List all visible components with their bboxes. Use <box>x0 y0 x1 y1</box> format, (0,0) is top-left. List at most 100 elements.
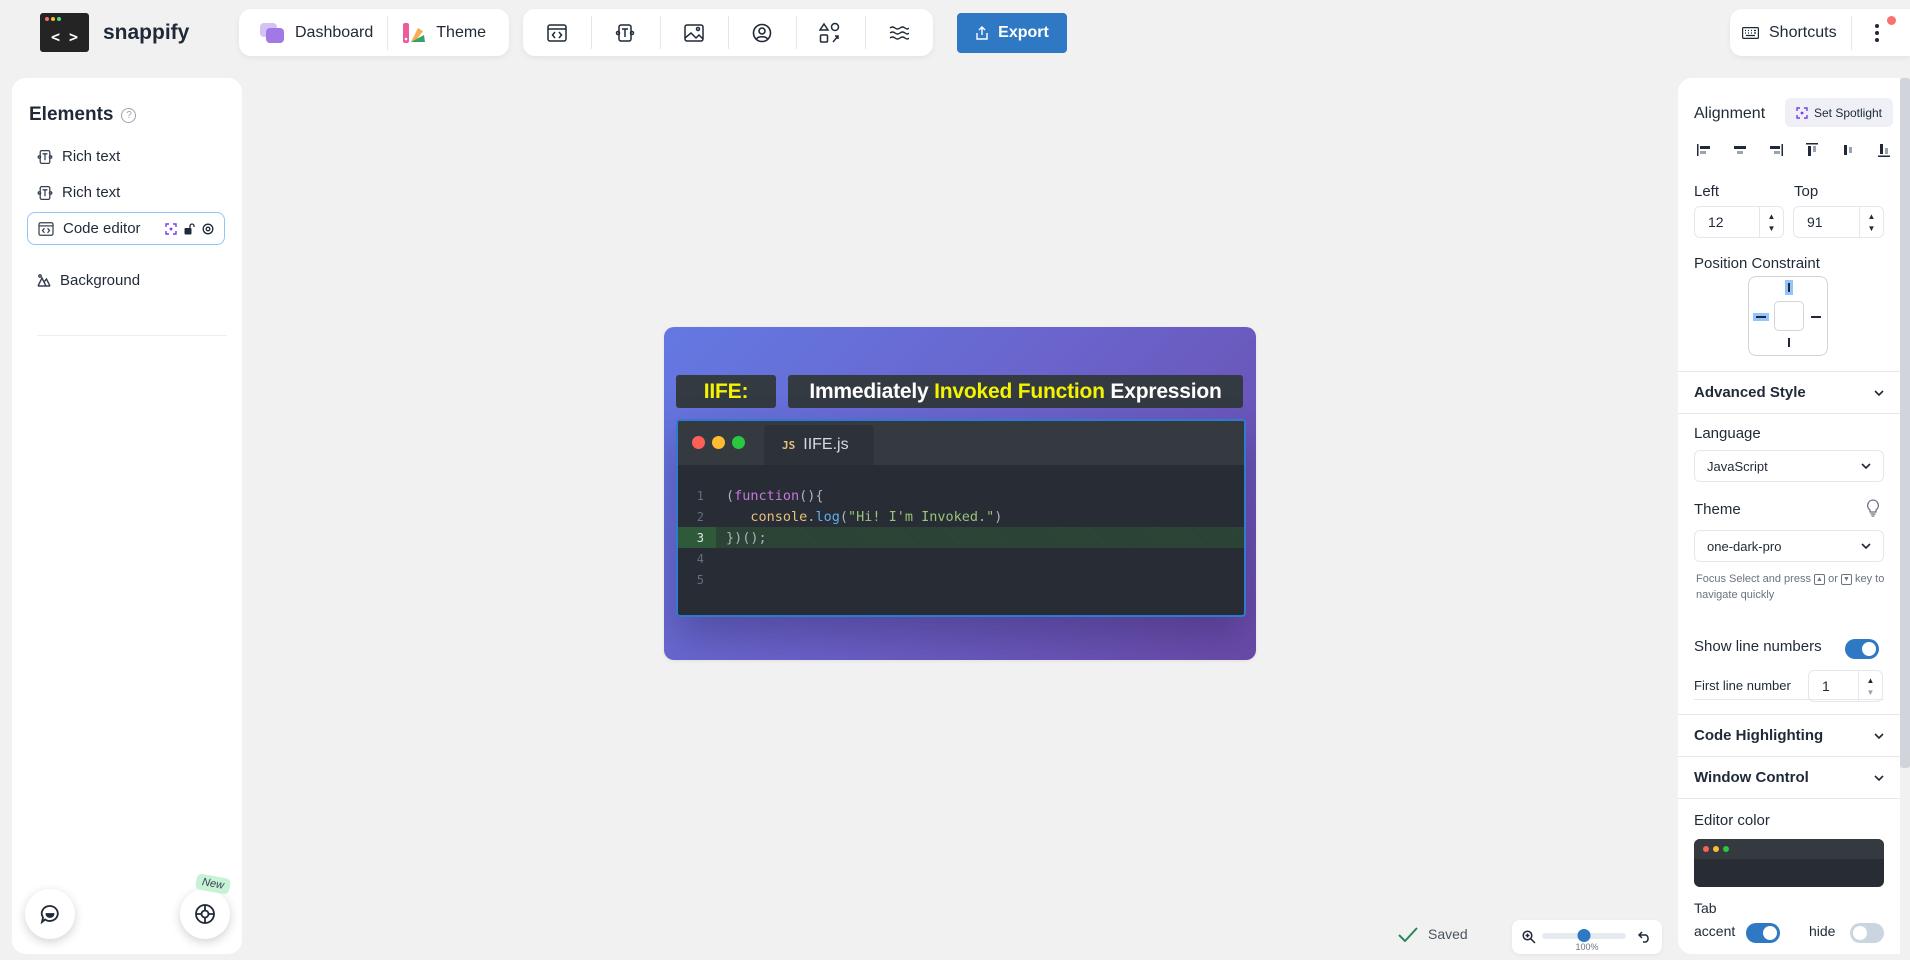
rich-text-tool[interactable] <box>591 9 659 56</box>
increment-icon[interactable]: ▲ <box>1768 212 1776 221</box>
code-highlighting-section[interactable]: Code Highlighting <box>1678 714 1900 756</box>
eye-icon[interactable] <box>202 223 214 235</box>
code-line[interactable]: 1 (function(){ <box>678 485 1244 506</box>
advanced-style-label: Advanced Style <box>1694 384 1806 401</box>
export-button[interactable]: Export <box>957 13 1067 53</box>
left-stepper[interactable]: ▲ ▼ <box>1759 207 1783 237</box>
unlock-icon[interactable] <box>184 222 195 235</box>
tab-hide-toggle[interactable] <box>1850 923 1884 943</box>
tab-label: Tab <box>1694 900 1717 916</box>
image-tool[interactable] <box>659 9 728 56</box>
design-canvas[interactable]: IIFE: Immediately Invoked Function Expre… <box>664 327 1256 660</box>
code-highlighting-label: Code Highlighting <box>1694 727 1824 744</box>
export-label: Export <box>998 24 1049 41</box>
align-left-button[interactable] <box>1694 140 1714 160</box>
code-editor-window[interactable]: JS IIFE.js 1 (function(){2 console.log("H… <box>676 419 1246 617</box>
theme-value: one-dark-pro <box>1707 538 1782 554</box>
constraint-top[interactable] <box>1788 283 1790 292</box>
element-item-code-editor[interactable]: Code editor <box>27 212 225 245</box>
left-input[interactable]: 12 ▲ ▼ <box>1694 206 1784 238</box>
constraint-right[interactable] <box>1811 316 1821 318</box>
hide-label: hide <box>1809 923 1836 939</box>
lightbulb-icon[interactable] <box>1866 499 1880 517</box>
shapes-tool[interactable] <box>796 9 864 56</box>
align-top-button[interactable] <box>1802 140 1822 160</box>
code-line[interactable]: 5 <box>678 569 1244 590</box>
first-line-input[interactable]: 1 ▲ ▼ <box>1808 670 1883 702</box>
element-item-background[interactable]: Background <box>27 264 225 297</box>
properties-scrollbar[interactable] <box>1900 78 1910 768</box>
constraint-left[interactable] <box>1756 316 1766 318</box>
chevron-down-icon <box>1874 732 1884 739</box>
dashboard-button[interactable]: Dashboard <box>245 9 387 56</box>
line-number: 1 <box>696 488 704 503</box>
code-token: console <box>750 508 808 525</box>
window-controls <box>692 436 745 449</box>
editor-color-swatch[interactable] <box>1694 839 1884 887</box>
first-line-value: 1 <box>1822 678 1830 694</box>
position-constraint-label: Position Constraint <box>1694 255 1820 272</box>
top-right-controls: Shortcuts <box>1730 9 1910 56</box>
theme-label: Theme <box>1694 501 1741 518</box>
dashboard-icon <box>260 22 284 43</box>
more-menu-button[interactable] <box>1852 9 1902 56</box>
title-part-3: Expression <box>1104 379 1222 403</box>
reset-zoom-icon[interactable] <box>1638 931 1651 943</box>
code-area[interactable]: 1 (function(){2 console.log("Hi! I'm Invo… <box>678 485 1244 590</box>
editor-tab[interactable]: JS IIFE.js <box>764 425 874 465</box>
element-label: Code editor <box>63 220 141 237</box>
chat-button[interactable] <box>25 889 75 939</box>
set-spotlight-button[interactable]: Set Spotlight <box>1785 98 1893 127</box>
help-center-button[interactable] <box>180 889 230 939</box>
decrement-icon[interactable]: ▼ <box>1867 688 1875 697</box>
hint-or: or <box>1825 573 1841 585</box>
constraint-bottom[interactable] <box>1788 338 1790 347</box>
help-icon[interactable]: ? <box>121 107 137 123</box>
code-line[interactable]: 2 console.log("Hi! I'm Invoked.") <box>678 506 1244 527</box>
top-stepper[interactable]: ▲ ▼ <box>1859 207 1883 237</box>
align-bottom-button[interactable] <box>1874 140 1894 160</box>
window-control-section[interactable]: Window Control <box>1678 756 1900 798</box>
zoom-slider[interactable] <box>1542 929 1626 942</box>
elements-title: Elements ? <box>29 104 137 126</box>
advanced-style-section[interactable]: Advanced Style <box>1678 371 1900 413</box>
decrement-icon[interactable]: ▼ <box>1768 224 1776 233</box>
title-chip-iife[interactable]: IIFE: <box>676 375 776 408</box>
theme-select[interactable]: one-dark-pro <box>1694 530 1884 562</box>
increment-icon[interactable]: ▲ <box>1868 212 1876 221</box>
element-label: Rich text <box>62 148 121 165</box>
align-middle-button[interactable] <box>1838 140 1858 160</box>
code-line[interactable]: 4 <box>678 548 1244 569</box>
tab-filename: IIFE.js <box>803 436 849 453</box>
show-line-numbers-toggle[interactable] <box>1845 639 1879 659</box>
code-line[interactable]: 3})(); <box>678 527 1244 548</box>
top-input[interactable]: 91 ▲ ▼ <box>1793 206 1884 238</box>
chevron-down-icon <box>1874 774 1884 781</box>
background-tool[interactable] <box>864 9 933 56</box>
app-logo[interactable]: < > snappify <box>40 13 189 52</box>
decrement-icon[interactable]: ▼ <box>1868 224 1876 233</box>
align-top-icon <box>1806 143 1818 156</box>
element-label: Rich text <box>62 184 121 201</box>
avatar-tool[interactable] <box>727 9 796 56</box>
align-center-vertical-icon <box>1844 145 1852 155</box>
elements-divider <box>37 335 227 336</box>
element-item-rich-text-1[interactable]: Rich text <box>27 140 225 173</box>
language-select[interactable]: JavaScript <box>1694 450 1884 482</box>
element-item-rich-text-2[interactable]: Rich text <box>27 176 225 209</box>
first-line-stepper[interactable]: ▲ ▼ <box>1858 671 1882 701</box>
increment-icon[interactable]: ▲ <box>1867 676 1875 685</box>
tab-accent-toggle[interactable] <box>1746 923 1780 943</box>
align-right-button[interactable] <box>1766 140 1786 160</box>
chevron-down-icon <box>1874 389 1884 396</box>
shortcuts-button[interactable]: Shortcuts <box>1730 9 1851 56</box>
code-editor-tool[interactable] <box>523 9 591 56</box>
title-chip-description[interactable]: Immediately Invoked Function Expression <box>788 375 1243 408</box>
zoom-slider-handle[interactable] <box>1577 929 1591 942</box>
theme-button[interactable]: Theme <box>388 9 500 56</box>
spotlight-label: Set Spotlight <box>1813 105 1883 120</box>
spotlight-icon[interactable] <box>165 222 177 235</box>
line-text: console.log("Hi! I'm Invoked.") <box>716 509 1002 525</box>
first-line-label: First line number <box>1694 678 1791 693</box>
align-center-h-button[interactable] <box>1730 140 1750 160</box>
